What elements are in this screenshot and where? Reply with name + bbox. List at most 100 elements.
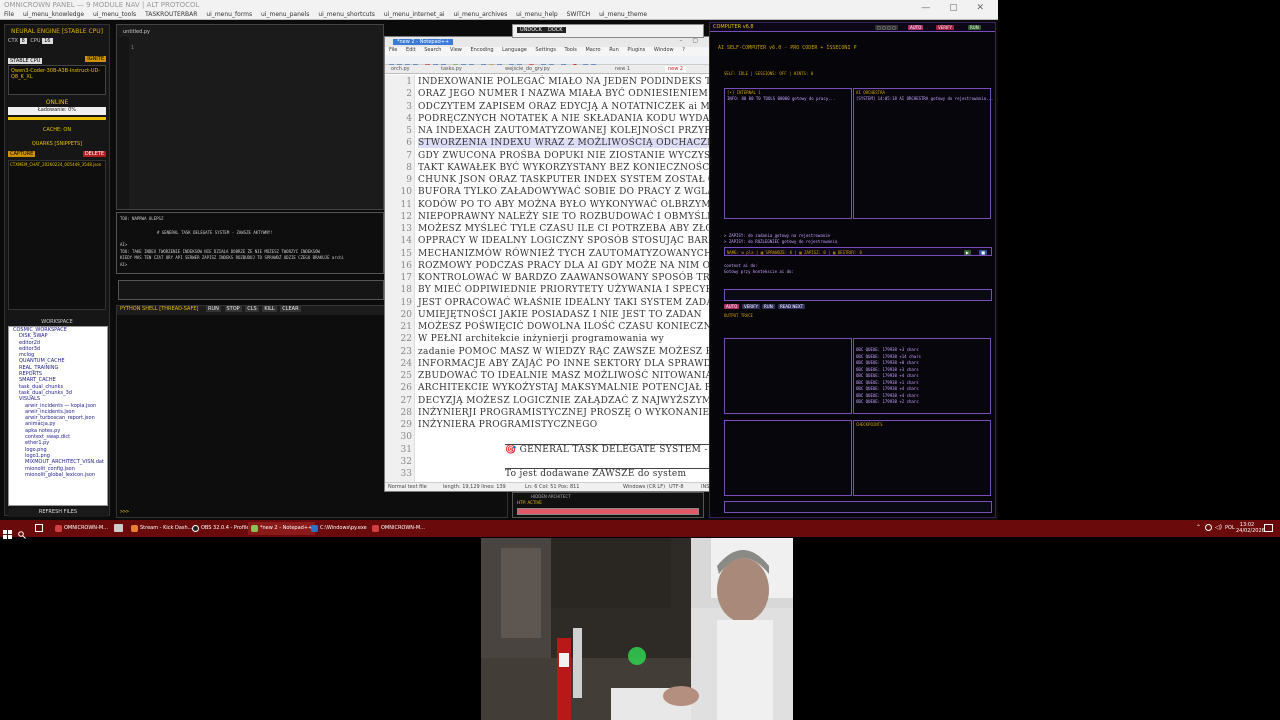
undock-button[interactable]: UNDOCK — [517, 27, 545, 33]
rp-green-chip[interactable]: ▶ — [963, 250, 971, 255]
rp-verify-button[interactable]: VERIFY — [936, 25, 954, 30]
code-line[interactable]: STWORZENIA INDEXU WRAZ Z MOŻLIWOŚCIĄ ODC… — [418, 138, 721, 149]
code-line[interactable]: To jest dodawane ZAWSZE do system — [505, 469, 686, 479]
notepad-menu-item[interactable]: Plugins — [627, 47, 645, 53]
taskbar-item[interactable]: OMNICROWN-M... — [369, 522, 428, 535]
code-line[interactable]: 🎯 GENERAL TASK DELEGATE SYSTEM - — [505, 445, 708, 455]
code-line[interactable]: MOŻESZ MYŚLEĆ TYLE CZASU ILE CI POTRZEBA… — [418, 224, 713, 234]
snippet-item[interactable]: CTXMEM_CHAT_20260224_005449_3548.json — [10, 162, 104, 167]
notepad-text-area[interactable]: 1 2 3 4 5 6 7 8 9 10 11 12 13 14 15 16 17 18 19 20 21 22 23 24 2… — [385, 75, 721, 483]
ignite-button[interactable]: IGNITE — [85, 56, 106, 62]
notepad-menu-item[interactable]: View — [450, 47, 462, 53]
notepad-menu-item[interactable]: Settings — [535, 47, 556, 53]
code-line[interactable]: KODÓW PO TO ABY MOŻNA BYŁO WYKONYWAĆ OLB… — [418, 200, 721, 210]
menu-item[interactable]: ui_menu_shortcuts — [318, 11, 375, 18]
tray-chevron-icon[interactable]: ⌃ — [1196, 524, 1201, 531]
rp-run-button[interactable]: RUN — [968, 25, 981, 30]
window-controls[interactable]: — ▢ ✕ — [921, 3, 992, 13]
search-icon[interactable] — [18, 524, 26, 539]
notepad-tab[interactable]: new 1 — [615, 66, 630, 72]
network-icon[interactable] — [1205, 524, 1212, 531]
tree-file[interactable]: MIXMOUT_ARCHITECT_VISN.dat — [11, 459, 107, 465]
code-line[interactable]: W PEŁNI architekcie inżynierji programow… — [418, 334, 664, 344]
delete-button[interactable]: DELETE — [82, 151, 106, 157]
menu-item[interactable]: ui_menu_knowledge — [23, 11, 84, 18]
taskbar-item[interactable]: Stream - Kick Dash... — [128, 522, 195, 535]
notepad-menu-item[interactable]: Window — [654, 47, 674, 53]
notepad-menu-item[interactable]: Macro — [585, 47, 600, 53]
menu-item[interactable]: ui_menu_internet_ai — [384, 11, 445, 18]
rp-action-read-next[interactable]: READ NEXT — [778, 304, 806, 309]
menu-item[interactable]: ui_menu_tools — [93, 11, 136, 18]
code-line[interactable]: MECHANIZMÓW RÓWNIEŻ TYCH ZAUTOMATYZOWANY… — [418, 249, 721, 259]
menu-item[interactable]: ui_menu_theme — [599, 11, 647, 18]
code-line[interactable]: ZBUDOWAĆ TO IDEALNIE MASZ MOŻLIWOŚĆ NITO… — [418, 371, 721, 381]
code-line[interactable]: KONTROLOWAĆ W BARDZO ZAAWANSOWANY SPOSÓB… — [418, 273, 721, 283]
windows-start-icon[interactable] — [3, 524, 12, 539]
refresh-files-button[interactable]: REFRESH FILES — [8, 509, 108, 517]
code-line[interactable]: BY MIEĆ ODPIWIEDNIE PRIORYTETY UŻYWANIA … — [418, 285, 712, 295]
notifications-icon[interactable] — [1264, 524, 1273, 532]
notepad-menu-item[interactable]: Language — [502, 47, 527, 53]
code-line[interactable]: ARCHITEKCIE WYKOŻYSTAJ MAKSYMALNIE POTEN… — [418, 383, 721, 393]
volume-icon[interactable]: ◁) — [1215, 524, 1222, 531]
chat-input[interactable] — [118, 280, 384, 300]
menu-item[interactable]: ui_menu_panels — [261, 11, 309, 18]
notepad-tab[interactable]: orch.py — [391, 66, 410, 72]
code-line[interactable]: TAKT KAWAŁEK BYĆ WYKORZYSTANY BEZ KONIEC… — [418, 163, 713, 173]
editor-tab[interactable]: untitled.py — [123, 29, 150, 35]
menu-item[interactable]: ui_menu_forms — [206, 11, 252, 18]
code-line[interactable]: NIEPOPRAWNY NALEŻY SIE TO ROZBUDOWAĆ I O… — [418, 212, 721, 222]
code-line[interactable]: zadanie POMOC MASZ W WIEDZY RĄC ZAWSZE M… — [418, 347, 718, 357]
rp-tool-chip[interactable]: ▢ ▢ ▢ ▢ — [875, 25, 898, 30]
tree-file[interactable]: arwir_incidents — kopia.json — [11, 403, 107, 409]
menu-item[interactable]: ui_menu_help — [516, 11, 558, 18]
code-line[interactable]: ODCZYTEM ZAPISEM ORAZ EDYCJĄ A NOTATNICZ… — [418, 102, 716, 112]
taskbar-item-active[interactable]: *new 2 - Notepad++ — [248, 522, 316, 535]
code-line[interactable]: JEST OPRACOWAĆ WŁAŚNIE IDEALNY TAKI SYST… — [418, 298, 721, 308]
task-view-icon[interactable] — [35, 524, 43, 532]
rp-action-auto[interactable]: AUTO — [724, 304, 740, 309]
rp-blue-chip[interactable]: ■ — [979, 250, 987, 255]
menu-item[interactable]: TASKROUTERBAR — [145, 11, 197, 18]
shell-run-button[interactable]: RUN — [206, 306, 221, 312]
rp-context-input[interactable] — [724, 289, 992, 301]
code-line[interactable]: ORAZ JEGO NUMER I NAZWA MIAŁA BYĆ ODNIES… — [418, 89, 719, 99]
taskbar-item[interactable]: OMNICROWN-M... — [52, 522, 111, 535]
mail-icon[interactable] — [114, 524, 123, 532]
code-line[interactable]: BUFORA TYLKO ZAŁADOWYWAĆ SOBIE DO PRACY … — [418, 187, 721, 197]
rp-auto-button[interactable]: AUTO — [908, 25, 924, 30]
code-line[interactable]: OPPRACY W IDEALNY LOGICZNY SPOSÓB STOSUJ… — [418, 236, 721, 246]
language-indicator[interactable]: POL — [1225, 525, 1235, 531]
code-line[interactable]: INDEXOWANIE POLEGAĆ MIAŁO NA JEDEN PODIN… — [418, 77, 719, 87]
code-line[interactable]: ROZMOWY PODCZAS PRACY DLA AI GDY MOŻE NA… — [418, 261, 721, 271]
notepad-menu-item[interactable]: Encoding — [471, 47, 494, 53]
notepad-menu-item[interactable]: File — [389, 47, 397, 53]
code-line[interactable]: NA INDEXACH ZAUTOMATYZOWANEJ KOLEJNOŚCI … — [418, 126, 721, 136]
shell-clear-button[interactable]: CLEAR — [280, 306, 301, 312]
tree-file[interactable]: mionolit_global_lexicon.json — [11, 472, 107, 478]
notepad-tab-active[interactable]: new 2 — [665, 66, 687, 72]
stable-cpu-chip[interactable]: STABLE CPU — [8, 58, 43, 64]
capture-button[interactable]: CAPTURE — [8, 151, 36, 157]
notepad-tab[interactable]: tasks.py — [441, 66, 462, 72]
shell-kill-button[interactable]: KILL — [262, 306, 277, 312]
shell-cls-button[interactable]: CLS — [245, 306, 259, 312]
notepad-tab[interactable]: wejście_do_gry.py — [505, 66, 550, 72]
clock[interactable]: 13:02 24/02/2026 — [1236, 522, 1265, 534]
rp-action-run[interactable]: RUN — [762, 304, 775, 309]
menu-item[interactable]: SWITCH — [567, 11, 591, 18]
rp-action-verify[interactable]: VERIFY — [742, 304, 760, 309]
shell-stop-button[interactable]: STOP — [224, 306, 242, 312]
code-line[interactable]: INŻYNIERA PROGRAMISTYCZNEGO — [418, 420, 597, 430]
dock-button[interactable]: DOCK — [545, 27, 566, 33]
rp-command-input[interactable] — [724, 501, 992, 513]
shell-prompt[interactable]: >>> — [120, 509, 129, 515]
code-line[interactable]: CHUNK JSON ORAZ TASKPUTER INDEX SYSTEM Z… — [418, 175, 721, 185]
code-line[interactable]: DECYZJĄ MOŻESZ LOGICZNIE ZAŁĄDZAĆ Z NAJW… — [418, 396, 721, 406]
code-line[interactable]: MOŻESZ POŚWIĘCIĆ DOWOLNA ILOŚĆ CZASU KON… — [418, 322, 721, 332]
code-line[interactable]: UMIEJĘTNOŚCI JAKIE POSIADASZ I NIE JEST … — [418, 310, 702, 320]
cpu-input[interactable]: 16 — [42, 38, 53, 44]
code-line[interactable]: GDY ZWUCONA PROŚBA DOPUKI NIE ZIOSTANIE … — [418, 151, 721, 161]
ctx-input[interactable]: 8 — [19, 38, 27, 44]
